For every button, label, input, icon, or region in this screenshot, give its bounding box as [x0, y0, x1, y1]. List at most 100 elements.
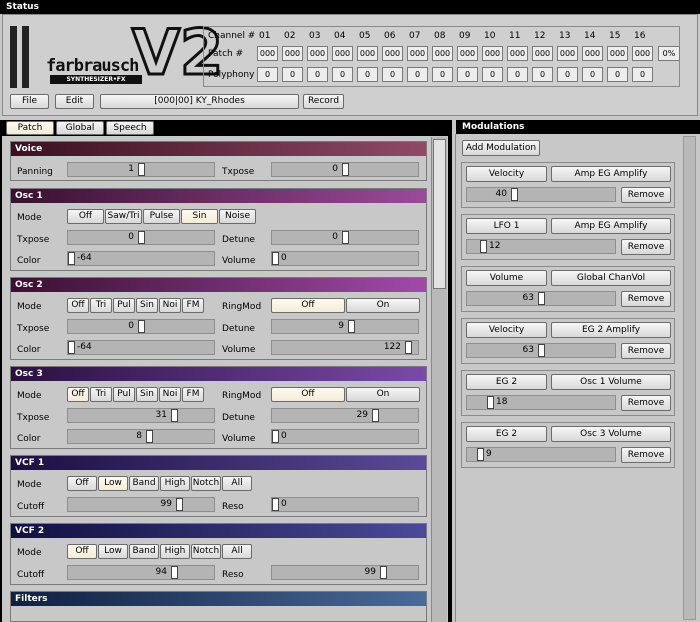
slider-knob[interactable] [176, 498, 183, 511]
patch-cell[interactable]: 000 [532, 46, 553, 61]
modulations-scrollbar[interactable] [683, 136, 696, 620]
patch-scrollbar-thumb[interactable] [433, 139, 446, 289]
vcf1-mode-2[interactable]: Band [129, 476, 159, 491]
osc3-mode-5[interactable]: FM [182, 387, 204, 402]
panning-slider[interactable]: 1 [67, 162, 215, 177]
slider-knob[interactable] [477, 448, 484, 461]
modulation-source-button[interactable]: Velocity [466, 166, 547, 182]
patch-cell[interactable]: 000 [482, 46, 503, 61]
vcf1-reso-slider[interactable]: 0 [271, 497, 419, 512]
vcf1-mode-3[interactable]: High [160, 476, 190, 491]
slider-knob[interactable] [138, 320, 145, 333]
osc3-ringmod-on[interactable]: On [346, 387, 420, 402]
slider-knob[interactable] [538, 292, 545, 305]
slider-knob[interactable] [272, 498, 279, 511]
osc1-mode-0[interactable]: Off [67, 209, 104, 224]
slider-knob[interactable] [538, 344, 545, 357]
patch-cell[interactable]: 000 [257, 46, 278, 61]
modulation-target-button[interactable]: EG 2 Amplify [551, 322, 671, 338]
patch-cell[interactable]: 000 [507, 46, 528, 61]
vcf2-mode-3[interactable]: High [160, 544, 190, 559]
slider-knob[interactable] [138, 163, 145, 176]
osc1-mode-3[interactable]: Sin [181, 209, 218, 224]
vcf2-cutoff-slider[interactable]: 94 [67, 565, 215, 580]
osc2-txpose-slider[interactable]: 0 [67, 319, 215, 334]
add-modulation-button[interactable]: Add Modulation [462, 140, 540, 156]
osc3-detune-slider[interactable]: 29 [271, 408, 419, 423]
modulation-source-button[interactable]: EG 2 [466, 374, 547, 390]
osc2-mode-1[interactable]: Tri [90, 298, 112, 313]
slider-knob[interactable] [171, 409, 178, 422]
osc2-mode-4[interactable]: Noi [159, 298, 181, 313]
modulation-source-button[interactable]: LFO 1 [466, 218, 547, 234]
slider-knob[interactable] [68, 341, 75, 354]
slider-knob[interactable] [511, 188, 518, 201]
remove-modulation-button[interactable]: Remove [621, 343, 671, 359]
vcf2-mode-4[interactable]: Notch [191, 544, 221, 559]
osc2-mode-2[interactable]: Pul [113, 298, 135, 313]
modulation-target-button[interactable]: Amp EG Amplify [551, 166, 671, 182]
slider-knob[interactable] [272, 252, 279, 265]
patch-cell[interactable]: 000 [432, 46, 453, 61]
osc2-ringmod-on[interactable]: On [346, 298, 420, 313]
vcf2-mode-1[interactable]: Low [98, 544, 128, 559]
patch-cell[interactable]: 000 [457, 46, 478, 61]
vcf2-mode-2[interactable]: Band [129, 544, 159, 559]
modulation-target-button[interactable]: Osc 1 Volume [551, 374, 671, 390]
slider-knob[interactable] [487, 396, 494, 409]
osc1-mode-1[interactable]: Saw/Tri [105, 209, 142, 224]
slider-knob[interactable] [171, 566, 178, 579]
patch-cell[interactable]: 000 [632, 46, 653, 61]
osc2-mode-3[interactable]: Sin [136, 298, 158, 313]
osc3-color-slider[interactable]: 8 [67, 429, 215, 444]
slider-knob[interactable] [405, 341, 412, 354]
modulation-amount-slider[interactable]: 9 [466, 447, 616, 462]
modulation-amount-slider[interactable]: 12 [466, 239, 616, 254]
osc3-mode-0[interactable]: Off [67, 387, 89, 402]
patch-cell[interactable]: 000 [582, 46, 603, 61]
osc3-mode-4[interactable]: Noi [159, 387, 181, 402]
slider-knob[interactable] [272, 430, 279, 443]
remove-modulation-button[interactable]: Remove [621, 239, 671, 255]
modulation-source-button[interactable]: EG 2 [466, 426, 547, 442]
patch-cell[interactable]: 000 [407, 46, 428, 61]
record-button[interactable]: Record [303, 94, 344, 109]
osc3-mode-1[interactable]: Tri [90, 387, 112, 402]
slider-knob[interactable] [348, 320, 355, 333]
vcf1-mode-5[interactable]: All [222, 476, 252, 491]
osc2-detune-slider[interactable]: 9 [271, 319, 419, 334]
vcf2-mode-0[interactable]: Off [67, 544, 97, 559]
modulation-target-button[interactable]: Amp EG Amplify [551, 218, 671, 234]
osc2-mode-0[interactable]: Off [67, 298, 89, 313]
slider-knob[interactable] [480, 240, 487, 253]
slider-knob[interactable] [138, 231, 145, 244]
osc3-mode-2[interactable]: Pul [113, 387, 135, 402]
vcf2-reso-slider[interactable]: 99 [271, 565, 419, 580]
vcf1-cutoff-slider[interactable]: 99 [67, 497, 215, 512]
patch-cell[interactable]: 000 [607, 46, 628, 61]
remove-modulation-button[interactable]: Remove [621, 395, 671, 411]
slider-knob[interactable] [342, 163, 349, 176]
patch-cell[interactable]: 000 [332, 46, 353, 61]
patch-scrollbar[interactable] [431, 137, 447, 622]
edit-button[interactable]: Edit [55, 94, 94, 109]
tab-patch[interactable]: Patch [6, 121, 54, 135]
slider-knob[interactable] [372, 409, 379, 422]
slider-knob[interactable] [342, 231, 349, 244]
modulation-source-button[interactable]: Volume [466, 270, 547, 286]
osc2-ringmod-off[interactable]: Off [271, 298, 345, 313]
vcf1-mode-1[interactable]: Low [98, 476, 128, 491]
modulation-amount-slider[interactable]: 63 [466, 291, 616, 306]
vcf1-mode-4[interactable]: Notch [191, 476, 221, 491]
file-button[interactable]: File [10, 94, 49, 109]
remove-modulation-button[interactable]: Remove [621, 291, 671, 307]
slider-knob[interactable] [68, 252, 75, 265]
osc1-mode-2[interactable]: Pulse [143, 209, 180, 224]
osc1-detune-slider[interactable]: 0 [271, 230, 419, 245]
modulation-target-button[interactable]: Global ChanVol [551, 270, 671, 286]
slider-knob[interactable] [146, 430, 153, 443]
patch-cell[interactable]: 000 [357, 46, 378, 61]
osc3-ringmod-off[interactable]: Off [271, 387, 345, 402]
vcf1-mode-0[interactable]: Off [67, 476, 97, 491]
osc1-mode-4[interactable]: Noise [219, 209, 256, 224]
